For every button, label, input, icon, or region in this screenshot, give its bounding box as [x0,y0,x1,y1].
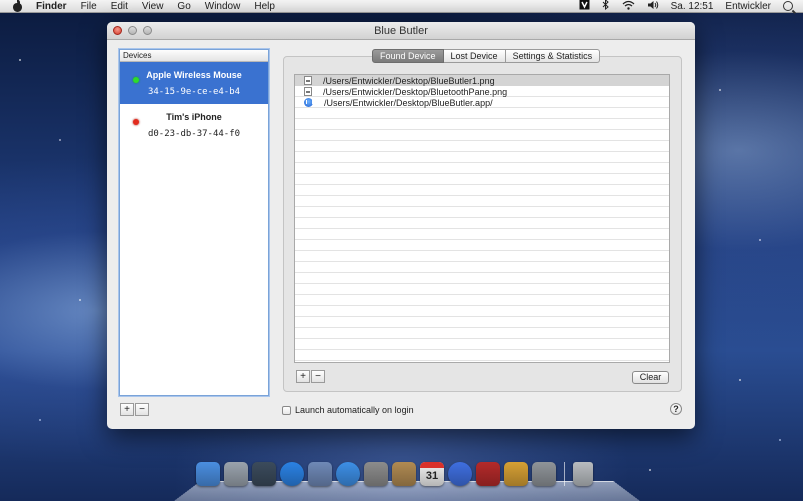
device-address: 34-15-9e-ce-e4-b4 [147,87,241,97]
system-preferences-icon[interactable] [532,462,556,486]
remove-file-button[interactable]: − [311,370,325,383]
bluetooth-icon[interactable] [602,0,610,13]
preview-icon[interactable] [308,462,332,486]
itunes-icon[interactable] [448,462,472,486]
finder-icon[interactable] [196,462,220,486]
tab-lost-device[interactable]: Lost Device [443,49,506,63]
file-path: /Users/Entwickler/Desktop/BlueButler1.pn… [323,75,495,86]
help-button[interactable]: ? [670,403,682,415]
photo-booth-icon[interactable] [476,462,500,486]
devices-header: Devices [120,50,268,62]
launch-on-login-option[interactable]: Launch automatically on login [282,405,414,415]
calendar-icon[interactable]: 31 [420,462,444,486]
device-name: Tim's iPhone [166,112,222,122]
menu-go[interactable]: Go [177,1,190,12]
apple-menu-icon[interactable] [12,0,24,12]
device-item-tims-iphone[interactable]: Tim's iPhone d0-23-db-37-44-f0 [120,104,268,146]
blue-butler-window: Blue Butler Devices Apple Wireless Mouse… [107,22,695,429]
menu-file[interactable]: File [81,1,97,12]
menu-window[interactable]: Window [205,1,241,12]
spotlight-search-icon[interactable] [783,1,793,11]
tab-settings-statistics[interactable]: Settings & Statistics [505,49,601,63]
menu-clock[interactable]: Sa. 12:51 [671,1,714,12]
dock-icons: 31 [196,462,593,486]
file-path: /Users/Entwickler/Desktop/BluetoothPane.… [323,86,508,97]
list-item[interactable]: /Users/Entwickler/Desktop/BluetoothPane.… [295,86,669,97]
status-dot-connected-icon [133,77,139,83]
device-name: Apple Wireless Mouse [146,70,242,80]
add-file-button[interactable]: + [296,370,310,383]
minimize-button[interactable] [128,26,137,35]
devices-list[interactable]: Devices Apple Wireless Mouse 34-15-9e-ce… [119,49,269,396]
address-book-icon[interactable] [392,462,416,486]
tab-found-device[interactable]: Found Device [372,49,444,63]
calendar-header-band [420,462,444,468]
calendar-day: 31 [425,470,439,482]
list-item[interactable]: /Users/Entwickler/Desktop/BlueButler1.pn… [295,75,669,86]
file-path: /Users/Entwickler/Desktop/BlueButler.app… [324,97,493,108]
menu-view[interactable]: View [142,1,164,12]
facetime-icon[interactable] [364,462,388,486]
wifi-icon[interactable] [622,0,635,13]
menu-user[interactable]: Entwickler [725,1,771,12]
launch-on-login-label: Launch automatically on login [295,405,414,415]
file-list[interactable]: /Users/Entwickler/Desktop/BlueButler1.pn… [294,74,670,363]
menu-edit[interactable]: Edit [111,1,128,12]
png-file-icon [304,76,312,85]
volume-icon[interactable] [647,0,659,13]
iphoto-icon[interactable] [504,462,528,486]
menu-help[interactable]: Help [254,1,275,12]
list-item[interactable]: /Users/Entwickler/Desktop/BlueButler.app… [295,97,669,108]
safari-icon[interactable] [336,462,360,486]
window-title: Blue Butler [374,24,428,37]
menu-app-finder[interactable]: Finder [36,1,67,12]
clear-button[interactable]: Clear [632,371,669,384]
blue-butler-menu-icon[interactable] [579,0,590,13]
close-button[interactable] [113,26,122,35]
remove-device-button[interactable]: − [135,403,149,416]
app-icon [304,98,313,107]
launchpad-icon[interactable] [224,462,248,486]
app-store-icon[interactable] [280,462,304,486]
device-address: d0-23-db-37-44-f0 [147,129,241,139]
device-item-apple-wireless-mouse[interactable]: Apple Wireless Mouse 34-15-9e-ce-e4-b4 [120,62,268,104]
status-dot-disconnected-icon [133,119,139,125]
launch-on-login-checkbox[interactable] [282,405,291,415]
menu-bar: Finder File Edit View Go Window Help Sa.… [0,0,803,13]
trash-icon[interactable] [573,462,593,486]
dock-separator [564,462,565,486]
add-device-button[interactable]: + [120,403,134,416]
png-file-icon [304,87,312,96]
mission-control-icon[interactable] [252,462,276,486]
window-titlebar[interactable]: Blue Butler [107,22,695,40]
tab-bar: Found Device Lost Device Settings & Stat… [372,49,601,63]
zoom-button[interactable] [143,26,152,35]
